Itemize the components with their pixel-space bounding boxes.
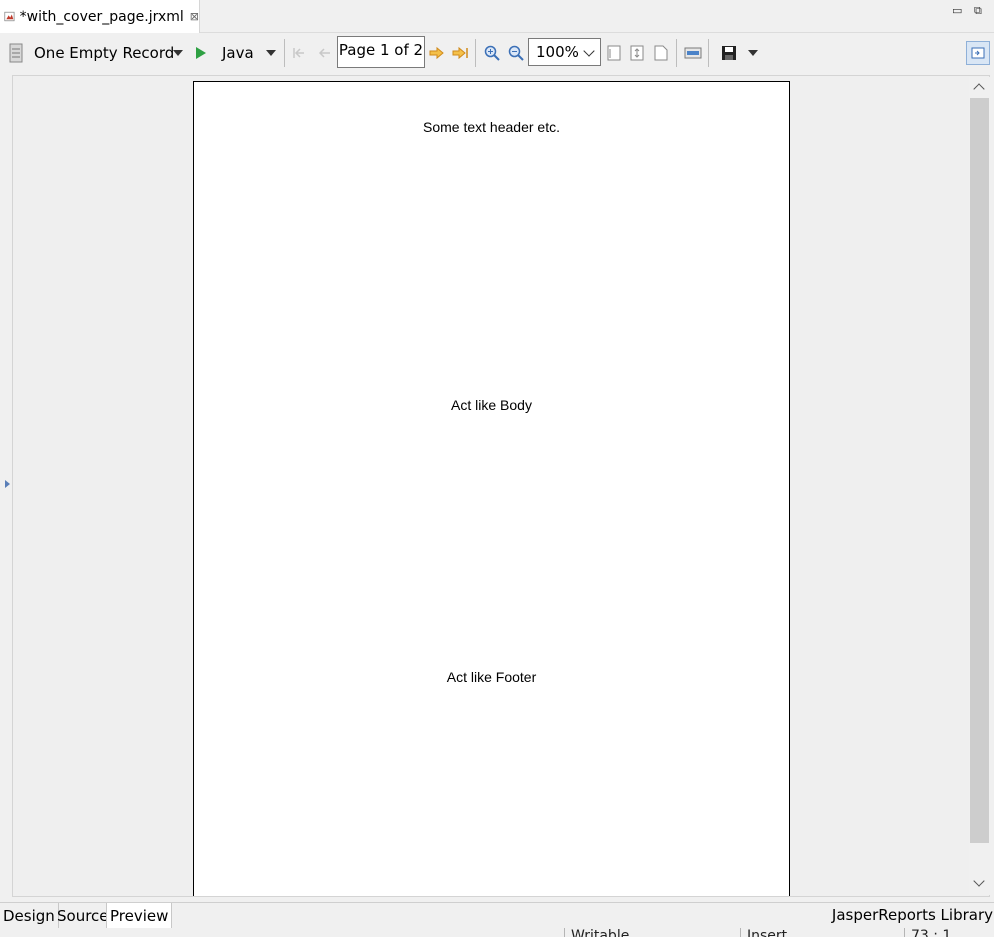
status-writable: Writable bbox=[564, 928, 740, 937]
minimize-icon[interactable]: ▭ bbox=[952, 4, 962, 17]
zoom-value: 100% bbox=[536, 43, 579, 61]
report-page: Some text header etc. Act like Body Act … bbox=[193, 81, 790, 896]
chevron-down-icon[interactable] bbox=[172, 33, 184, 73]
scroll-up-icon[interactable] bbox=[973, 83, 985, 95]
preview-toolbar: One Empty Record Java Page 1 of 2 100% bbox=[0, 33, 994, 73]
zoom-in-icon[interactable] bbox=[483, 33, 501, 73]
status-insert-mode: Insert bbox=[740, 928, 904, 937]
editor-mode-tabs: Design Source Preview JasperReports Libr… bbox=[0, 902, 994, 929]
chevron-down-icon[interactable] bbox=[583, 45, 595, 57]
chevron-down-icon[interactable] bbox=[747, 33, 759, 73]
page-header-text: Some text header etc. bbox=[423, 119, 560, 135]
report-file-icon bbox=[4, 11, 15, 22]
zoom-out-icon[interactable] bbox=[507, 33, 525, 73]
page-footer-text: Act like Footer bbox=[446, 669, 537, 685]
vertical-scrollbar[interactable] bbox=[969, 77, 990, 895]
toolbar-separator bbox=[708, 39, 709, 67]
editor-tab-bar: *with_cover_page.jrxml ⊠ ▭ ⧉ bbox=[0, 0, 994, 33]
toolbar-separator bbox=[284, 39, 285, 67]
chevron-down-icon[interactable] bbox=[265, 33, 277, 73]
restore-icon[interactable]: ⧉ bbox=[974, 4, 982, 18]
run-icon[interactable] bbox=[193, 33, 209, 73]
expand-panel-icon[interactable] bbox=[5, 480, 10, 488]
editor-tab-title: *with_cover_page.jrxml bbox=[19, 8, 184, 25]
next-page-icon[interactable] bbox=[428, 33, 446, 73]
first-page-icon[interactable] bbox=[291, 33, 309, 73]
fit-width-icon[interactable] bbox=[652, 33, 670, 73]
language-selector[interactable]: Java bbox=[222, 33, 254, 73]
actual-size-icon[interactable] bbox=[605, 33, 623, 73]
tab-design[interactable]: Design bbox=[0, 903, 59, 929]
save-icon[interactable] bbox=[719, 33, 739, 73]
status-bar: Writable Insert 73 : 1 [2004] bbox=[0, 928, 994, 937]
scrollbar-thumb[interactable] bbox=[970, 98, 989, 843]
scroll-down-icon[interactable] bbox=[973, 875, 985, 887]
zoom-combo[interactable]: 100% bbox=[528, 38, 601, 66]
status-cursor-position: 73 : 1 [2004] bbox=[904, 928, 994, 937]
fit-page-icon[interactable] bbox=[628, 33, 646, 73]
editor-tab[interactable]: *with_cover_page.jrxml ⊠ bbox=[0, 0, 200, 33]
toolbar-separator bbox=[475, 39, 476, 67]
toolbar-separator bbox=[676, 39, 677, 67]
datasource-selector[interactable]: One Empty Record bbox=[34, 33, 174, 73]
view-options-icon[interactable] bbox=[683, 33, 703, 73]
close-icon[interactable]: ⊠ bbox=[190, 10, 199, 23]
report-viewer[interactable]: Some text header etc. Act like Body Act … bbox=[12, 75, 990, 897]
previous-page-icon[interactable] bbox=[315, 33, 333, 73]
page-body-text: Act like Body bbox=[451, 397, 532, 413]
tab-source[interactable]: Source bbox=[54, 903, 113, 929]
page-indicator[interactable]: Page 1 of 2 bbox=[337, 36, 425, 68]
report-view-icon[interactable] bbox=[965, 33, 991, 73]
datasource-icon[interactable] bbox=[8, 33, 24, 73]
last-page-icon[interactable] bbox=[452, 33, 470, 73]
library-label: JasperReports Library bbox=[831, 906, 993, 924]
tab-preview[interactable]: Preview bbox=[106, 903, 173, 929]
